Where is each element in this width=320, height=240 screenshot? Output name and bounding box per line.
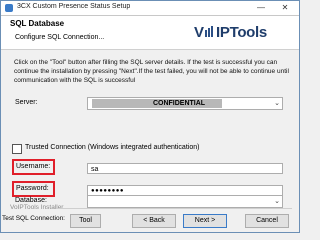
tool-button[interactable]: Tool bbox=[70, 214, 101, 228]
title-bar: 3CX Custom Presence Status Setup — ✕ bbox=[1, 1, 299, 16]
username-label: Username: bbox=[16, 163, 51, 170]
server-combobox[interactable]: CONFIDENTIAL ⌄ bbox=[87, 97, 283, 110]
minimize-button[interactable]: — bbox=[253, 1, 269, 15]
password-label: Password: bbox=[16, 185, 49, 192]
username-field[interactable]: sa bbox=[87, 163, 283, 174]
server-label: Server: bbox=[15, 99, 38, 106]
installer-icon bbox=[5, 4, 13, 12]
close-button[interactable]: ✕ bbox=[277, 1, 293, 15]
chevron-down-icon[interactable]: ⌄ bbox=[274, 98, 280, 109]
test-connection-label: Test SQL Connection: bbox=[2, 215, 65, 222]
server-value: CONFIDENTIAL bbox=[152, 100, 206, 107]
database-value bbox=[88, 196, 270, 207]
cancel-button[interactable]: Cancel bbox=[245, 214, 289, 228]
database-label: Database: bbox=[15, 197, 47, 204]
trusted-connection-checkbox[interactable] bbox=[12, 144, 22, 154]
wizard-header: SQL Database Configure SQL Connection...… bbox=[1, 16, 299, 50]
page-title: SQL Database bbox=[10, 19, 65, 28]
instructions-text: Click on the "Tool" button after filling… bbox=[14, 59, 289, 84]
chevron-down-icon[interactable]: ⌄ bbox=[274, 196, 280, 207]
svg-text:IPTools: IPTools bbox=[216, 24, 267, 41]
window-title: 3CX Custom Presence Status Setup bbox=[17, 3, 131, 10]
next-button[interactable]: Next > bbox=[183, 214, 227, 228]
svg-text:V: V bbox=[194, 24, 204, 41]
trusted-connection-label: Trusted Connection (Windows integrated a… bbox=[25, 144, 200, 151]
database-combobox[interactable]: ⌄ bbox=[87, 195, 283, 208]
back-button[interactable]: < Back bbox=[132, 214, 176, 228]
footer-divider bbox=[56, 208, 292, 209]
page-subtitle: Configure SQL Connection... bbox=[15, 34, 105, 41]
voiptools-logo: V IPTools bbox=[194, 24, 267, 41]
